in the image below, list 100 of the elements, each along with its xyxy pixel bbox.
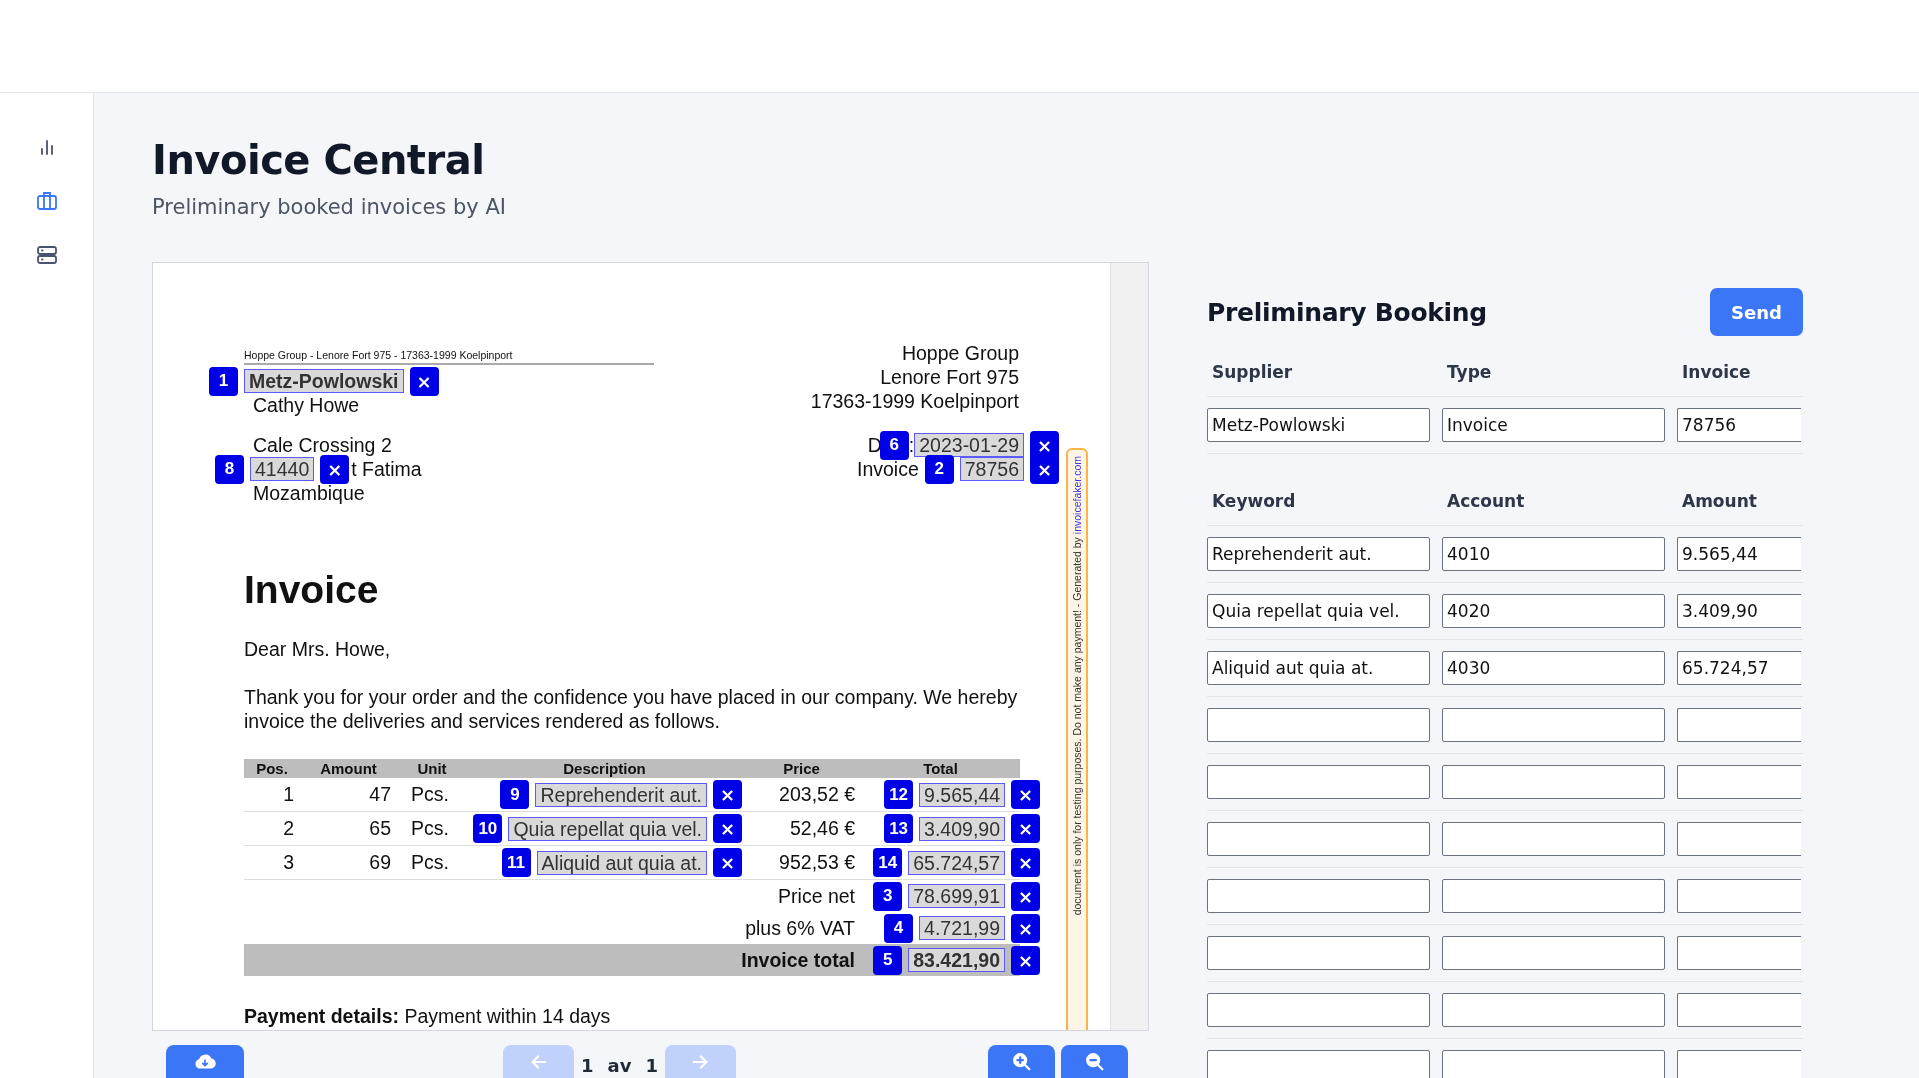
highlighted-field[interactable]: 41440: [250, 457, 315, 481]
nav-button[interactable]: [34, 189, 59, 213]
highlighted-field[interactable]: Quia repellat quia vel.: [508, 816, 707, 841]
column-header: Keyword: [1211, 491, 1297, 511]
highlighted-field[interactable]: 2023-01-29: [914, 433, 1024, 457]
text-field[interactable]: [1677, 936, 1801, 970]
number-badge: 6: [879, 430, 909, 460]
column-header: Pos.: [255, 760, 289, 777]
text-field[interactable]: [1207, 765, 1430, 799]
table-cell-text: 47: [368, 783, 392, 806]
disclaimer-text: document is only for testing purposes. Do not make any payment! - Generated by invoicefaker.com: [1071, 456, 1083, 916]
column-header: Unit: [416, 760, 448, 777]
remove-button[interactable]: ×: [1011, 780, 1040, 809]
remove-button[interactable]: ×: [713, 848, 742, 877]
page-number: 1: [580, 1054, 595, 1078]
text-field[interactable]: [1207, 822, 1430, 856]
text-field[interactable]: [1442, 765, 1665, 799]
highlighted-field[interactable]: 78.699,91: [908, 884, 1005, 908]
date-label: :: [908, 433, 915, 457]
remove-button[interactable]: ×: [320, 454, 350, 484]
text-field[interactable]: [1677, 708, 1801, 742]
remove-button[interactable]: ×: [1030, 454, 1059, 484]
text-field[interactable]: 65.724,57: [1677, 651, 1801, 685]
table-cell-text: 3: [282, 851, 295, 874]
intro-text: Thank you for your order and the confidence you have placed in our company. We hereby invoice the deliveries and services rendered as follows.: [244, 685, 1019, 733]
text-field[interactable]: 4020: [1442, 594, 1665, 628]
address-line: Hoppe Group: [901, 341, 1019, 365]
text-field[interactable]: [1677, 765, 1801, 799]
text-field[interactable]: Metz-Powlowski: [1207, 408, 1430, 442]
number-badge: 11: [501, 848, 531, 877]
text-field[interactable]: Quia repellat quia vel.: [1207, 594, 1430, 628]
page-of-label: av: [606, 1054, 633, 1078]
text-field[interactable]: Invoice: [1442, 408, 1665, 442]
text-field[interactable]: [1207, 708, 1430, 742]
table-cell-text: 1: [282, 783, 295, 806]
text-field[interactable]: [1442, 879, 1665, 913]
zoom-out-button[interactable]: [1061, 1045, 1128, 1078]
table-cell-text: 952,53 €: [778, 851, 856, 874]
remove-button[interactable]: ×: [1011, 913, 1040, 943]
highlighted-field[interactable]: Aliquid aut quia at.: [536, 850, 707, 875]
address-line: Cathy Howe: [252, 393, 361, 417]
text-field[interactable]: [1442, 936, 1665, 970]
text-field[interactable]: 4030: [1442, 651, 1665, 685]
text-field[interactable]: 4010: [1442, 537, 1665, 571]
highlighted-field[interactable]: 9.565,44: [919, 782, 1005, 807]
column-header: Amount: [319, 760, 378, 777]
download-button[interactable]: [166, 1045, 244, 1078]
text-field[interactable]: [1207, 936, 1430, 970]
address-line: Mozambique: [252, 481, 366, 505]
remove-button[interactable]: ×: [1011, 945, 1040, 975]
text-field[interactable]: [1677, 993, 1801, 1027]
text-field[interactable]: 78756: [1677, 408, 1801, 442]
remove-button[interactable]: ×: [713, 814, 742, 843]
text-field[interactable]: [1207, 993, 1430, 1027]
address-line: Cale Crossing 2: [252, 433, 393, 457]
address-line: Lenore Fort 975: [880, 365, 1019, 389]
text-field[interactable]: [1207, 879, 1430, 913]
number-badge: 14: [873, 848, 903, 877]
text-field[interactable]: [1677, 879, 1801, 913]
highlighted-field[interactable]: 78756: [959, 457, 1024, 481]
website-link[interactable]: invoicefaker.com: [1071, 456, 1083, 535]
total-label: Price net: [777, 884, 856, 908]
number-badge: 5: [873, 945, 903, 975]
text-field[interactable]: Aliquid aut quia at.: [1207, 651, 1430, 685]
page-title: Invoice Central: [152, 136, 486, 185]
table-cell-text: 2: [282, 817, 295, 840]
text-field[interactable]: Reprehenderit aut.: [1207, 537, 1430, 571]
highlighted-field[interactable]: 4.721,99: [919, 916, 1005, 940]
remove-button[interactable]: ×: [713, 780, 742, 809]
text-field[interactable]: [1442, 1050, 1665, 1078]
text-field[interactable]: 3.409,90: [1677, 594, 1801, 628]
text-field[interactable]: [1677, 822, 1801, 856]
invoice-number-label: Invoice: [856, 457, 919, 481]
total-label: Invoice total: [740, 948, 856, 972]
remove-button[interactable]: ×: [1011, 881, 1040, 911]
remove-button[interactable]: ×: [1011, 848, 1040, 877]
number-badge: 8: [215, 454, 244, 484]
highlighted-field[interactable]: 3.409,90: [919, 816, 1005, 841]
panel-title: Preliminary Booking: [1207, 297, 1487, 327]
text-field[interactable]: [1442, 708, 1665, 742]
text-field[interactable]: [1677, 1050, 1801, 1078]
remove-button[interactable]: ×: [409, 366, 439, 396]
nav-button[interactable]: [34, 243, 59, 267]
column-header: Price: [782, 760, 821, 777]
send-button[interactable]: Send: [1710, 288, 1803, 336]
text-field[interactable]: [1207, 1050, 1430, 1078]
zoom-out-icon: [1083, 1050, 1106, 1073]
highlighted-field[interactable]: 65.724,57: [908, 850, 1005, 875]
server-icon: [34, 243, 59, 267]
text-field[interactable]: [1442, 822, 1665, 856]
number-badge: 13: [884, 814, 914, 843]
number-badge: 2: [924, 454, 954, 484]
highlighted-field[interactable]: Reprehenderit aut.: [535, 782, 707, 807]
highlighted-field[interactable]: Metz-Powlowski: [244, 369, 404, 393]
text-field[interactable]: [1442, 993, 1665, 1027]
remove-button[interactable]: ×: [1011, 814, 1040, 843]
text-field[interactable]: 9.565,44: [1677, 537, 1801, 571]
highlighted-field[interactable]: 83.421,90: [908, 948, 1005, 972]
address-line: t Fatima: [351, 457, 422, 481]
zoom-in-button[interactable]: [988, 1045, 1055, 1078]
